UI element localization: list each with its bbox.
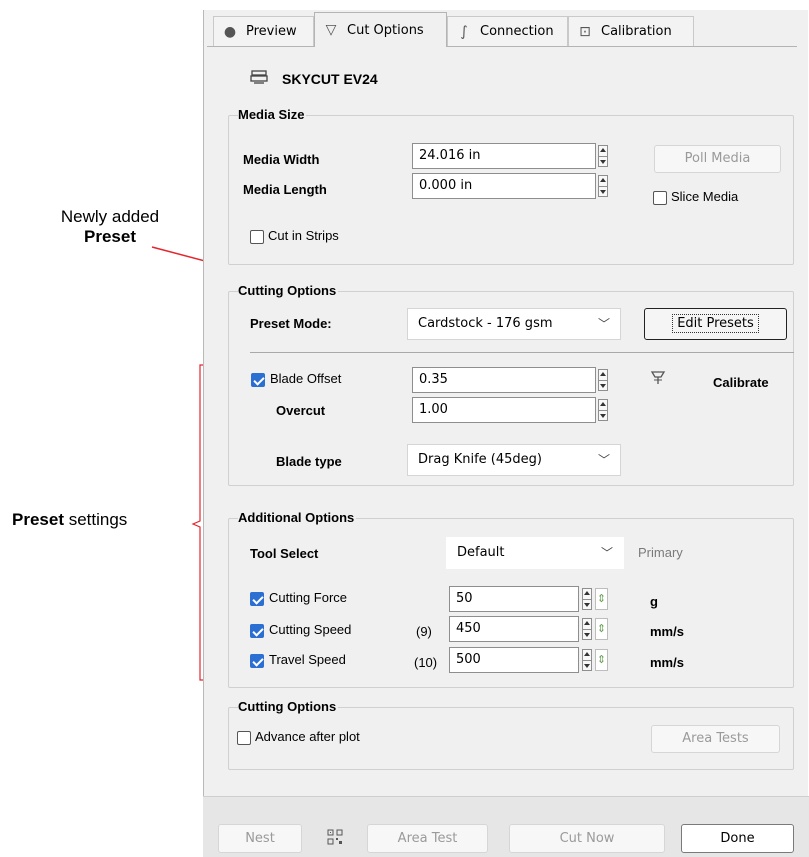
blade-offset-spinner[interactable] (598, 369, 608, 391)
qr-code-icon[interactable] (327, 829, 343, 845)
calibrate-label[interactable]: Calibrate (713, 375, 769, 390)
chevron-down-icon: ﹀ (597, 453, 610, 467)
button-label: Done (720, 831, 755, 846)
tab-label: Cut Options (347, 22, 424, 38)
cutting-force-field[interactable]: 50 (449, 586, 579, 612)
calibrate-icon[interactable] (650, 370, 666, 388)
media-width-field[interactable]: 24.016 in (412, 143, 596, 169)
tab-label: Connection (480, 24, 554, 39)
button-label: Area Tests (682, 731, 749, 746)
cutting-options-title: Cutting Options (238, 283, 339, 298)
travel-speed-checkbox[interactable] (250, 654, 264, 668)
media-width-label: Media Width (243, 152, 320, 167)
dropdown-value: Drag Knife (45deg) (418, 452, 542, 467)
cutting-speed-unit: mm/s (650, 624, 684, 639)
chevron-down-icon: ﹀ (600, 546, 613, 560)
cutting-force-unit: g (650, 594, 658, 609)
travel-speed-index: (10) (414, 655, 438, 670)
overcut-label: Overcut (276, 403, 326, 418)
tab-cut-options[interactable]: ▽ Cut Options (314, 12, 447, 47)
blade-icon: ▽ (325, 22, 337, 38)
button-label: Area Test (397, 831, 458, 846)
tab-label: Preview (246, 24, 297, 39)
nest-button[interactable]: Nest (218, 824, 302, 853)
tab-divider (207, 46, 797, 47)
device-name: SKYCUT EV24 (282, 71, 378, 87)
button-label: Nest (245, 831, 275, 846)
primary-label: Primary (638, 545, 683, 560)
cut-in-strips-label: Cut in Strips (268, 228, 339, 243)
cutting-force-slider-icon[interactable]: ⇕ (595, 588, 608, 610)
cut-now-button[interactable]: Cut Now (509, 824, 665, 853)
media-width-spinner[interactable] (598, 145, 608, 167)
calibration-icon: ⊡ (579, 23, 591, 40)
travel-speed-field[interactable]: 500 (449, 647, 579, 673)
slice-media-checkbox[interactable] (653, 191, 667, 205)
cutting-options-2-title: Cutting Options (238, 699, 339, 714)
eye-icon: ● (223, 23, 237, 40)
blade-offset-field[interactable]: 0.35 (412, 367, 596, 393)
area-tests-button[interactable]: Area Tests (651, 725, 780, 753)
blade-offset-checkbox[interactable] (251, 373, 265, 387)
cutting-force-spinner[interactable] (582, 588, 592, 610)
cutting-speed-spinner[interactable] (582, 618, 592, 640)
cutting-speed-checkbox[interactable] (250, 624, 264, 638)
edit-presets-button[interactable]: Edit Presets (644, 308, 787, 340)
poll-media-button[interactable]: Poll Media (654, 145, 781, 173)
preset-mode-label: Preset Mode: (250, 316, 332, 331)
cutting-speed-slider-icon[interactable]: ⇕ (595, 618, 608, 640)
travel-speed-label: Travel Speed (269, 652, 346, 667)
cutting-speed-index: (9) (416, 624, 432, 639)
travel-speed-slider-icon[interactable]: ⇕ (595, 649, 608, 671)
media-length-field[interactable]: 0.000 in (412, 173, 596, 199)
button-label: Poll Media (684, 151, 751, 166)
cutting-force-label: Cutting Force (269, 590, 348, 605)
area-test-button[interactable]: Area Test (367, 824, 488, 853)
cutting-speed-label: Cutting Speed (269, 622, 352, 637)
travel-speed-spinner[interactable] (582, 649, 592, 671)
travel-speed-unit: mm/s (650, 655, 684, 670)
slice-media-label: Slice Media (671, 189, 739, 204)
separator (250, 352, 794, 353)
blade-type-label: Blade type (276, 454, 342, 469)
dropdown-value: Cardstock - 176 gsm (418, 316, 553, 331)
tool-select-dropdown[interactable]: Default ﹀ (446, 537, 624, 569)
tab-preview[interactable]: ● Preview (213, 16, 314, 46)
cutting-force-checkbox[interactable] (250, 592, 264, 606)
cutting-speed-field[interactable]: 450 (449, 616, 579, 642)
preset-mode-dropdown[interactable]: Cardstock - 176 gsm ﹀ (407, 308, 621, 340)
tab-connection[interactable]: ∫ Connection (447, 16, 568, 46)
cut-in-strips-checkbox[interactable] (250, 230, 264, 244)
tab-label: Calibration (601, 24, 672, 39)
cable-icon: ∫ (460, 23, 468, 40)
overcut-field[interactable]: 1.00 (412, 397, 596, 423)
done-button[interactable]: Done (681, 824, 794, 853)
tab-calibration[interactable]: ⊡ Calibration (568, 16, 694, 46)
dropdown-value: Default (457, 545, 505, 560)
advance-after-plot-label: Advance after plot (255, 729, 360, 744)
media-length-spinner[interactable] (598, 175, 608, 197)
button-label: Cut Now (559, 831, 615, 846)
overcut-spinner[interactable] (598, 399, 608, 421)
tool-select-label: Tool Select (250, 546, 319, 561)
advance-after-plot-checkbox[interactable] (237, 731, 251, 745)
media-size-title: Media Size (238, 107, 307, 122)
button-label: Edit Presets (672, 314, 759, 333)
media-length-label: Media Length (243, 182, 327, 197)
additional-options-title: Additional Options (238, 510, 357, 525)
chevron-down-icon: ﹀ (597, 317, 610, 331)
blade-type-dropdown[interactable]: Drag Knife (45deg) ﹀ (407, 444, 621, 476)
printer-icon (250, 70, 268, 86)
blade-offset-label: Blade Offset (270, 371, 342, 386)
